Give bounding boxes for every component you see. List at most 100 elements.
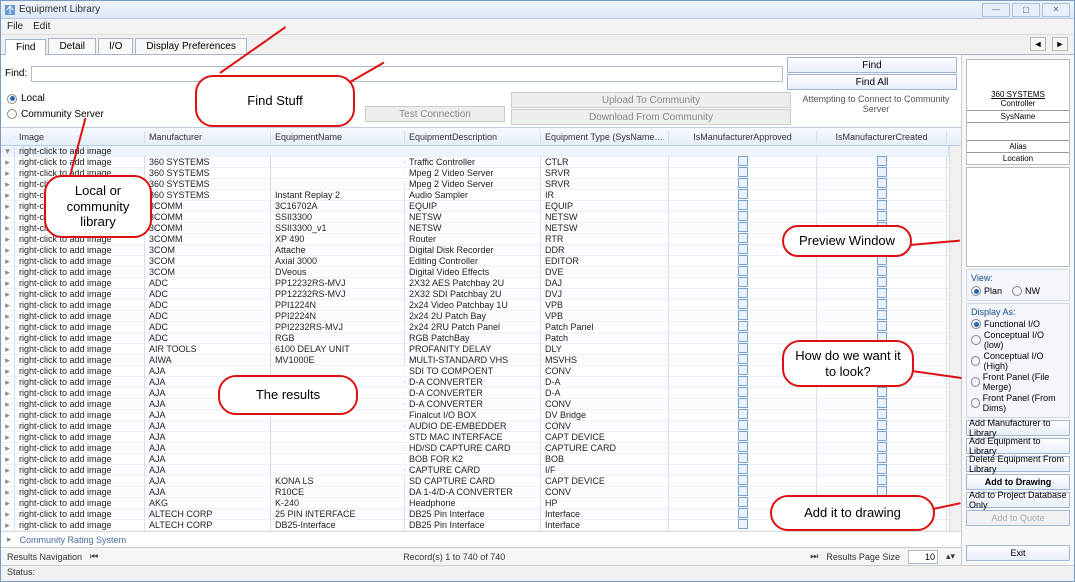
menu-file[interactable]: File [7, 21, 23, 32]
created-checkbox[interactable] [877, 310, 887, 320]
radio-conceptual-high[interactable] [971, 356, 980, 366]
nav-forward-button[interactable]: ► [1052, 37, 1068, 51]
tab-detail[interactable]: Detail [48, 38, 96, 54]
approved-checkbox[interactable] [738, 475, 748, 485]
page-size-input[interactable] [908, 550, 938, 564]
approved-checkbox[interactable] [738, 200, 748, 210]
created-checkbox[interactable] [877, 277, 887, 287]
created-checkbox[interactable] [877, 167, 887, 177]
approved-checkbox[interactable] [738, 409, 748, 419]
radio-plan[interactable] [971, 286, 981, 296]
test-connection-button[interactable]: Test Connection [365, 106, 505, 122]
created-checkbox[interactable] [877, 475, 887, 485]
created-checkbox[interactable] [877, 178, 887, 188]
approved-checkbox[interactable] [738, 420, 748, 430]
created-checkbox[interactable] [877, 420, 887, 430]
approved-checkbox[interactable] [738, 376, 748, 386]
approved-checkbox[interactable] [738, 310, 748, 320]
approved-checkbox[interactable] [738, 156, 748, 166]
approved-checkbox[interactable] [738, 288, 748, 298]
approved-checkbox[interactable] [738, 398, 748, 408]
grid-scrollbar[interactable] [949, 146, 961, 531]
upload-community-button[interactable]: Upload To Community [511, 92, 791, 108]
add-to-project-db-button[interactable]: Add to Project Database Only [966, 492, 1070, 508]
col-equipment-name[interactable]: EquipmentName [271, 131, 405, 143]
created-checkbox[interactable] [877, 442, 887, 452]
approved-checkbox[interactable] [738, 354, 748, 364]
approved-checkbox[interactable] [738, 431, 748, 441]
approved-checkbox[interactable] [738, 233, 748, 243]
find-input[interactable] [31, 66, 783, 82]
radio-community[interactable] [7, 109, 17, 119]
created-checkbox[interactable] [877, 288, 887, 298]
download-community-button[interactable]: Download From Community [511, 109, 791, 125]
maximize-button[interactable]: ▢ [1012, 3, 1040, 17]
titlebar[interactable]: Equipment Library — ▢ ✕ [1, 1, 1074, 19]
created-checkbox[interactable] [877, 156, 887, 166]
created-checkbox[interactable] [877, 200, 887, 210]
nav-last-icon[interactable]: ⏭ [810, 551, 818, 562]
radio-conceptual-low[interactable] [971, 335, 981, 345]
approved-checkbox[interactable] [738, 222, 748, 232]
approved-checkbox[interactable] [738, 299, 748, 309]
created-checkbox[interactable] [877, 299, 887, 309]
created-checkbox[interactable] [877, 266, 887, 276]
radio-local[interactable] [7, 94, 17, 104]
approved-checkbox[interactable] [738, 442, 748, 452]
created-checkbox[interactable] [877, 398, 887, 408]
approved-checkbox[interactable] [738, 486, 748, 496]
tab-io[interactable]: I/O [98, 38, 133, 54]
created-checkbox[interactable] [877, 409, 887, 419]
created-checkbox[interactable] [877, 464, 887, 474]
approved-checkbox[interactable] [738, 464, 748, 474]
approved-checkbox[interactable] [738, 508, 748, 518]
approved-checkbox[interactable] [738, 343, 748, 353]
menu-edit[interactable]: Edit [33, 21, 50, 32]
find-all-button[interactable]: Find All [787, 74, 957, 90]
col-manufacturer-approved[interactable]: IsManufacturerApproved [669, 131, 817, 143]
community-rating-link[interactable]: Community Rating System [20, 535, 127, 545]
created-checkbox[interactable] [877, 431, 887, 441]
created-checkbox[interactable] [877, 387, 887, 397]
tab-display-preferences[interactable]: Display Preferences [135, 38, 246, 54]
tab-find[interactable]: Find [5, 39, 46, 55]
created-checkbox[interactable] [877, 321, 887, 331]
approved-checkbox[interactable] [738, 189, 748, 199]
approved-checkbox[interactable] [738, 519, 748, 529]
page-size-stepper-icon[interactable]: ▴▾ [946, 551, 955, 562]
nav-first-icon[interactable]: ⏮ [90, 551, 98, 562]
approved-checkbox[interactable] [738, 453, 748, 463]
approved-checkbox[interactable] [738, 387, 748, 397]
approved-checkbox[interactable] [738, 321, 748, 331]
radio-front-panel-merge[interactable] [971, 377, 980, 387]
approved-checkbox[interactable] [738, 497, 748, 507]
col-manufacturer[interactable]: Manufacturer [145, 131, 271, 143]
close-button[interactable]: ✕ [1042, 3, 1070, 17]
radio-nw[interactable] [1012, 286, 1022, 296]
find-button[interactable]: Find [787, 57, 957, 73]
minimize-button[interactable]: — [982, 3, 1010, 17]
nav-back-button[interactable]: ◄ [1030, 37, 1046, 51]
approved-checkbox[interactable] [738, 178, 748, 188]
radio-front-panel-dims[interactable] [971, 398, 980, 408]
col-equipment-type[interactable]: Equipment Type (SysName Prefix) [541, 131, 669, 143]
delete-equipment-button[interactable]: Delete Equipment From Library [966, 456, 1070, 472]
approved-checkbox[interactable] [738, 167, 748, 177]
approved-checkbox[interactable] [738, 266, 748, 276]
col-manufacturer-created[interactable]: IsManufacturerCreated [817, 131, 947, 143]
created-checkbox[interactable] [877, 189, 887, 199]
add-manufacturer-button[interactable]: Add Manufacturer to Library [966, 420, 1070, 436]
add-to-drawing-button[interactable]: Add to Drawing [966, 474, 1070, 490]
exit-button[interactable]: Exit [966, 545, 1070, 561]
approved-checkbox[interactable] [738, 277, 748, 287]
created-checkbox[interactable] [877, 211, 887, 221]
approved-checkbox[interactable] [738, 332, 748, 342]
approved-checkbox[interactable] [738, 255, 748, 265]
approved-checkbox[interactable] [738, 244, 748, 254]
approved-checkbox[interactable] [738, 211, 748, 221]
col-equipment-description[interactable]: EquipmentDescription [405, 131, 541, 143]
radio-functional-io[interactable] [971, 319, 981, 329]
approved-checkbox[interactable] [738, 365, 748, 375]
add-equipment-button[interactable]: Add Equipment to Library [966, 438, 1070, 454]
created-checkbox[interactable] [877, 453, 887, 463]
